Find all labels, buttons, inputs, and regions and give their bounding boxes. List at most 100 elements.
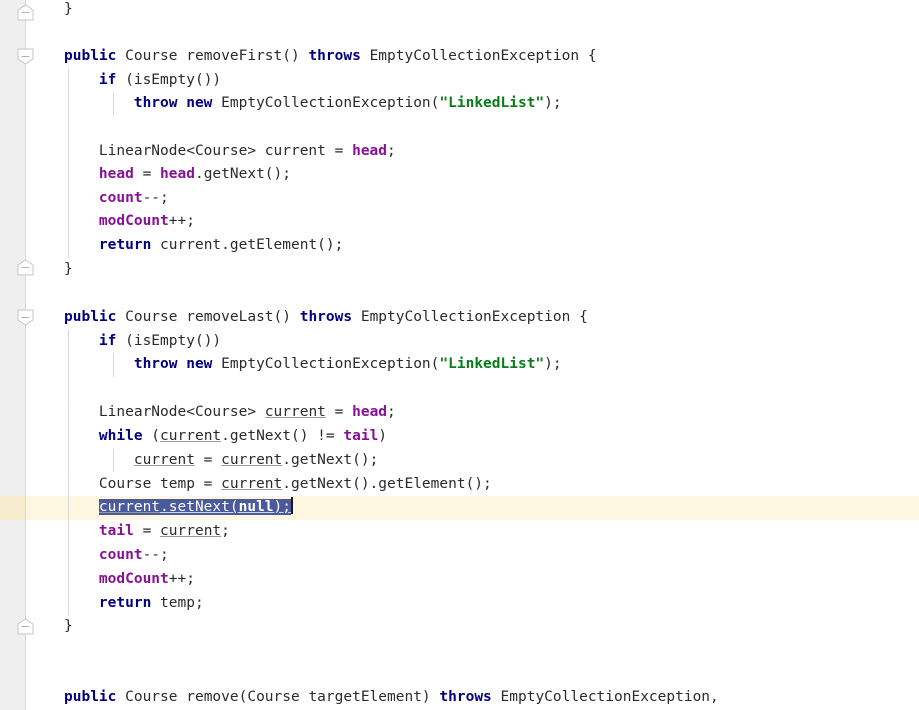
token-kw: throw new	[133, 356, 213, 373]
code-line-text: }	[64, 615, 73, 639]
token-plain: --;	[142, 189, 169, 206]
code-line[interactable]	[0, 639, 919, 663]
code-line[interactable]: modCount++;	[0, 568, 919, 592]
token-kw: public	[64, 48, 117, 65]
selected-text[interactable]: current.setNext(null);	[98, 499, 291, 515]
indent-guide	[68, 186, 69, 211]
code-line-text: Course temp = current.getNext().getEleme…	[64, 473, 492, 497]
code-line[interactable]: throw new EmptyCollectionException("Link…	[0, 92, 919, 116]
code-line[interactable]	[0, 281, 919, 305]
token-kw: public	[64, 689, 117, 705]
indent-guide	[68, 353, 69, 377]
code-line[interactable]: LinearNode<Course> current = head;	[0, 139, 919, 164]
code-line[interactable]: return current.getElement();	[0, 234, 919, 258]
token-ul: current	[221, 451, 283, 468]
indent-guide	[113, 448, 114, 473]
token-fld: tail	[98, 523, 134, 539]
token-plain: .getNext();	[282, 451, 379, 468]
code-line-text: public Course removeLast() throws EmptyC…	[64, 306, 588, 330]
code-line-text: count--;	[64, 544, 169, 568]
code-line[interactable]: current = current.getNext();	[0, 448, 919, 473]
code-line[interactable]: }	[0, 258, 919, 282]
token-kw: throws	[299, 309, 353, 325]
token-ul: current	[221, 476, 283, 493]
indent-guide	[68, 234, 69, 258]
current-line-gutter-tint	[0, 496, 25, 520]
token-plain: );	[544, 356, 562, 373]
code-line[interactable]: modCount++;	[0, 210, 919, 234]
token-kw: if	[98, 332, 117, 349]
code-line[interactable]: throw new EmptyCollectionException("Link…	[0, 353, 919, 377]
code-line[interactable]: }	[0, 615, 919, 639]
token-plain: EmptyCollectionException(	[212, 95, 440, 112]
code-line[interactable]: if (isEmpty())	[0, 68, 919, 93]
code-line[interactable]: LinearNode<Course> current = head;	[0, 401, 919, 425]
indent-guide	[68, 401, 69, 425]
fold-start-marker[interactable]	[17, 309, 34, 326]
indent-guide	[68, 591, 69, 616]
code-line-text: throw new EmptyCollectionException("Link…	[64, 353, 562, 377]
token-plain: (isEmpty())	[116, 332, 222, 349]
code-line[interactable]: public Course removeFirst() throws Empty…	[0, 45, 919, 69]
fold-end-marker[interactable]	[17, 4, 34, 21]
code-line[interactable]: head = head.getNext();	[0, 163, 919, 187]
code-line-current[interactable]: current.setNext(null);	[0, 496, 919, 520]
code-line[interactable]	[0, 376, 919, 401]
token-plain: ++;	[168, 213, 195, 230]
token-str: "LinkedList"	[439, 95, 545, 112]
token-plain: }	[64, 260, 73, 277]
token-ul: current	[133, 451, 195, 468]
code-line[interactable]: return temp;	[0, 591, 919, 616]
token-plain: =	[194, 451, 222, 468]
indent-guide	[68, 544, 69, 568]
token-plain: LinearNode<Course> current =	[64, 142, 353, 159]
code-line[interactable]: count--;	[0, 544, 919, 568]
token-plain: --;	[142, 547, 169, 563]
indent-guide	[68, 210, 69, 234]
code-line-text: return temp;	[64, 592, 204, 616]
indent-guide	[68, 329, 69, 354]
token-fld: head	[98, 166, 134, 183]
indent-guide	[68, 92, 69, 116]
token-kw: throws	[439, 689, 492, 705]
token-fld: head	[160, 166, 195, 183]
token-plain: ;	[387, 142, 396, 159]
token-fld: count	[98, 547, 143, 563]
token-plain: );	[273, 499, 291, 515]
code-line[interactable]: count--;	[0, 186, 919, 211]
code-line[interactable]: if (isEmpty())	[0, 329, 919, 354]
indent-guide	[68, 473, 69, 497]
code-line[interactable]	[0, 116, 919, 140]
code-line[interactable]: }	[0, 0, 919, 22]
token-kw: if	[98, 71, 117, 88]
fold-start-marker[interactable]	[17, 48, 34, 65]
code-line-text: if (isEmpty())	[64, 69, 221, 93]
fold-end-marker[interactable]	[17, 618, 34, 635]
token-plain: .setNext(	[160, 499, 239, 515]
indent-guide	[113, 92, 114, 116]
code-line[interactable]: public Course removeLast() throws EmptyC…	[0, 306, 919, 330]
indent-guide	[68, 568, 69, 592]
token-plain: =	[133, 166, 161, 183]
code-line[interactable]: public Course remove(Course targetElemen…	[0, 686, 919, 710]
code-line[interactable]: while (current.getNext() != tail)	[0, 425, 919, 449]
code-editor[interactable]: } public Course removeFirst() throws Empt…	[0, 0, 919, 710]
token-plain: .getNext() !=	[221, 428, 344, 444]
code-line[interactable]	[0, 22, 919, 46]
indent-guide	[68, 425, 69, 449]
code-line[interactable]: Course temp = current.getNext().getEleme…	[0, 473, 919, 497]
token-plain: LinearNode<Course>	[64, 404, 265, 421]
code-line[interactable]	[0, 662, 919, 686]
code-line[interactable]: tail = current;	[0, 520, 919, 544]
code-surface[interactable]: } public Course removeFirst() throws Empt…	[0, 0, 919, 710]
fold-end-marker[interactable]	[17, 259, 34, 276]
token-ul: current	[160, 523, 222, 539]
